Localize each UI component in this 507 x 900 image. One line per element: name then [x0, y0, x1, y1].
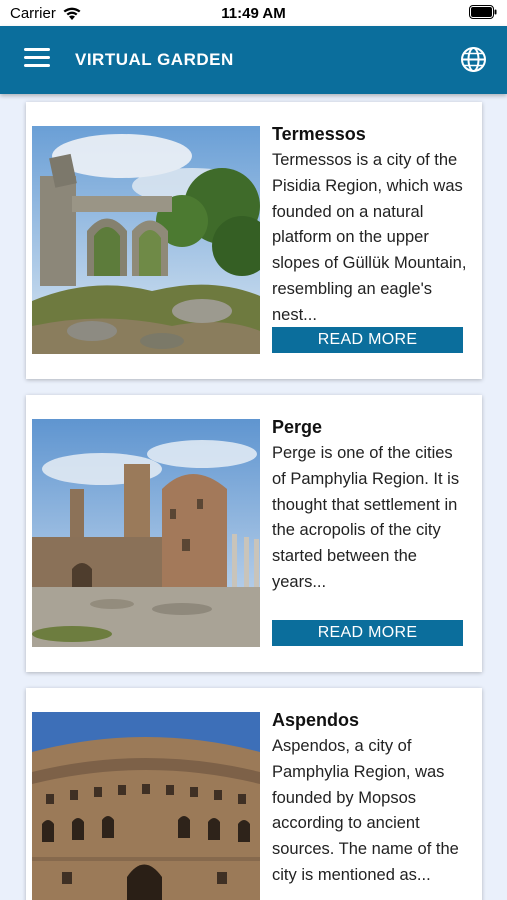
site-title: Aspendos [272, 710, 360, 730]
site-list: Termessos Termessos is a city of the Pis… [26, 102, 482, 900]
card-body: Perge Perge is one of the cities of Pamp… [272, 415, 468, 621]
status-bar: Carrier 11:49 AM [0, 0, 507, 26]
site-card[interactable]: Termessos Termessos is a city of the Pis… [26, 102, 482, 379]
read-more-button[interactable]: READ MORE [272, 620, 463, 646]
perge-towers-photo [32, 419, 260, 647]
card-body: Termessos Termessos is a city of the Pis… [272, 122, 468, 328]
read-more-button[interactable]: READ MORE [272, 327, 463, 353]
app-title: VIRTUAL GARDEN [75, 50, 234, 69]
site-image[interactable] [32, 419, 260, 647]
site-description: Perge is one of the cities of Pamphylia … [272, 444, 460, 591]
site-title: Perge [272, 417, 323, 437]
site-title: Termessos [272, 124, 366, 144]
hamburger-menu-icon[interactable] [24, 48, 50, 70]
battery-icon [469, 5, 497, 19]
termessos-ruins-photo [32, 126, 260, 354]
site-description: Termessos is a city of the Pisidia Regio… [272, 151, 467, 324]
site-card[interactable]: Perge Perge is one of the cities of Pamp… [26, 395, 482, 672]
site-card[interactable]: Aspendos Aspendos, a city of Pamphylia R… [26, 688, 482, 900]
site-description: Aspendos, a city of Pamphylia Region, wa… [272, 737, 459, 884]
clock: 11:49 AM [221, 5, 286, 22]
site-image[interactable] [32, 126, 260, 354]
app-bar: VIRTUAL GARDEN [0, 26, 507, 94]
card-body: Aspendos Aspendos, a city of Pamphylia R… [272, 708, 468, 900]
aspendos-theatre-photo [32, 712, 260, 900]
status-right [469, 5, 497, 23]
site-image[interactable] [32, 712, 260, 900]
globe-icon[interactable] [460, 46, 487, 73]
